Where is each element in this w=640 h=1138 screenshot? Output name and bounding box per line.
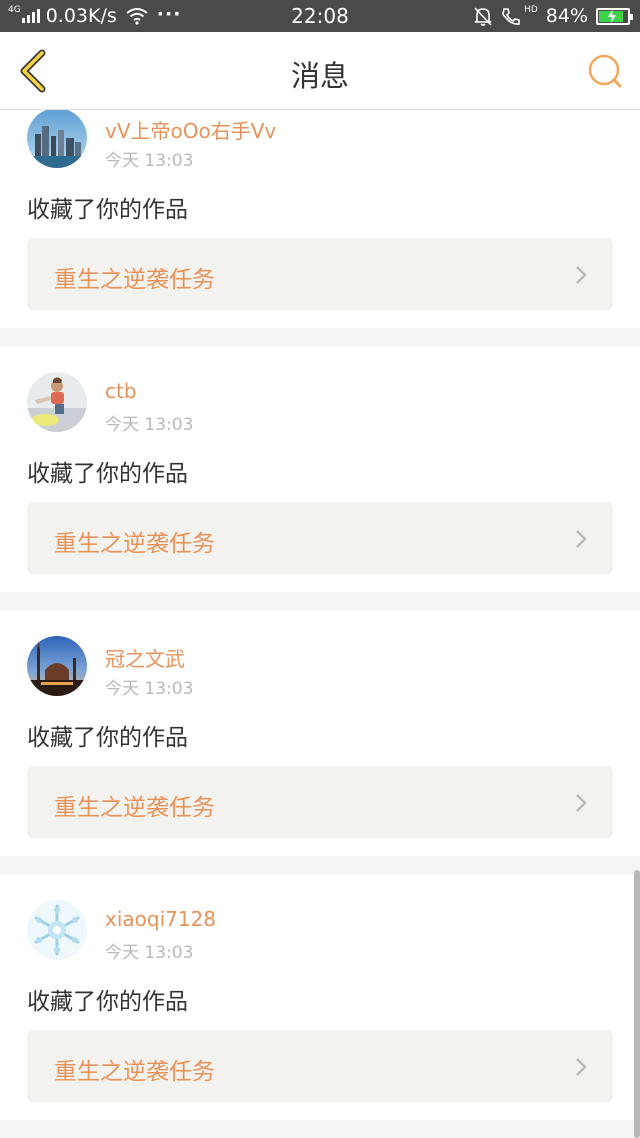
message-card: ctb 今天 13:03 收藏了你的作品 重生之逆袭任务 [0,346,640,592]
work-link[interactable]: 重生之逆袭任务 [27,1030,613,1102]
timestamp: 今天 13:03 [105,943,194,963]
chevron-right-icon [576,794,587,812]
action-text: 收藏了你的作品 [27,461,188,487]
message-list-content: vV上帝oOo右手Vv 今天 13:03 收藏了你的作品 重生之逆袭任务 ctb… [0,110,640,1138]
battery-percent: 84% [545,5,588,27]
action-text: 收藏了你的作品 [27,725,188,751]
work-title: 重生之逆袭任务 [54,795,215,821]
status-right: HD 84% [472,4,633,28]
work-title: 重生之逆袭任务 [54,1059,215,1085]
header: 消息 [0,32,640,110]
user-name[interactable]: 冠之文武 [105,643,185,672]
scrollbar[interactable] [634,870,640,1138]
phone-icon [502,8,520,25]
user-name[interactable]: xiaoqi7128 [105,907,216,931]
work-link[interactable]: 重生之逆袭任务 [27,238,613,310]
timestamp: 今天 13:03 [105,679,194,699]
message-card: xiaoqi7128 今天 13:03 收藏了你的作品 重生之逆袭任务 [0,874,640,1120]
user-name[interactable]: vV上帝oOo右手Vv [105,115,276,144]
timestamp: 今天 13:03 [105,151,194,171]
user-name[interactable]: ctb [105,379,137,403]
chevron-right-icon [576,1058,587,1076]
avatar[interactable] [27,372,87,432]
message-card: 冠之文武 今天 13:03 收藏了你的作品 重生之逆袭任务 [0,610,640,856]
bell-muted-icon [474,7,492,26]
message-card: vV上帝oOo右手Vv 今天 13:03 收藏了你的作品 重生之逆袭任务 [0,110,640,328]
work-title: 重生之逆袭任务 [54,531,215,557]
status-bar: 4G 0.03K/s ··· 22:08 HD 84% [0,0,640,32]
action-text: 收藏了你的作品 [27,197,188,223]
work-link[interactable]: 重生之逆袭任务 [27,502,613,574]
avatar[interactable] [27,636,87,696]
chevron-right-icon [576,266,587,284]
avatar[interactable] [27,110,87,168]
work-link[interactable]: 重生之逆袭任务 [27,766,613,838]
timestamp: 今天 13:03 [105,415,194,435]
work-title: 重生之逆袭任务 [54,267,215,293]
search-icon[interactable] [586,52,624,90]
action-text: 收藏了你的作品 [27,989,188,1015]
hd-indicator: HD [524,5,538,15]
message-list[interactable]: vV上帝oOo右手Vv 今天 13:03 收藏了你的作品 重生之逆袭任务 ctb… [0,110,640,1138]
charging-icon [608,8,616,23]
page-title: 消息 [290,59,349,93]
avatar[interactable] [27,900,87,960]
chevron-right-icon [576,530,587,548]
battery-icon [596,7,633,25]
